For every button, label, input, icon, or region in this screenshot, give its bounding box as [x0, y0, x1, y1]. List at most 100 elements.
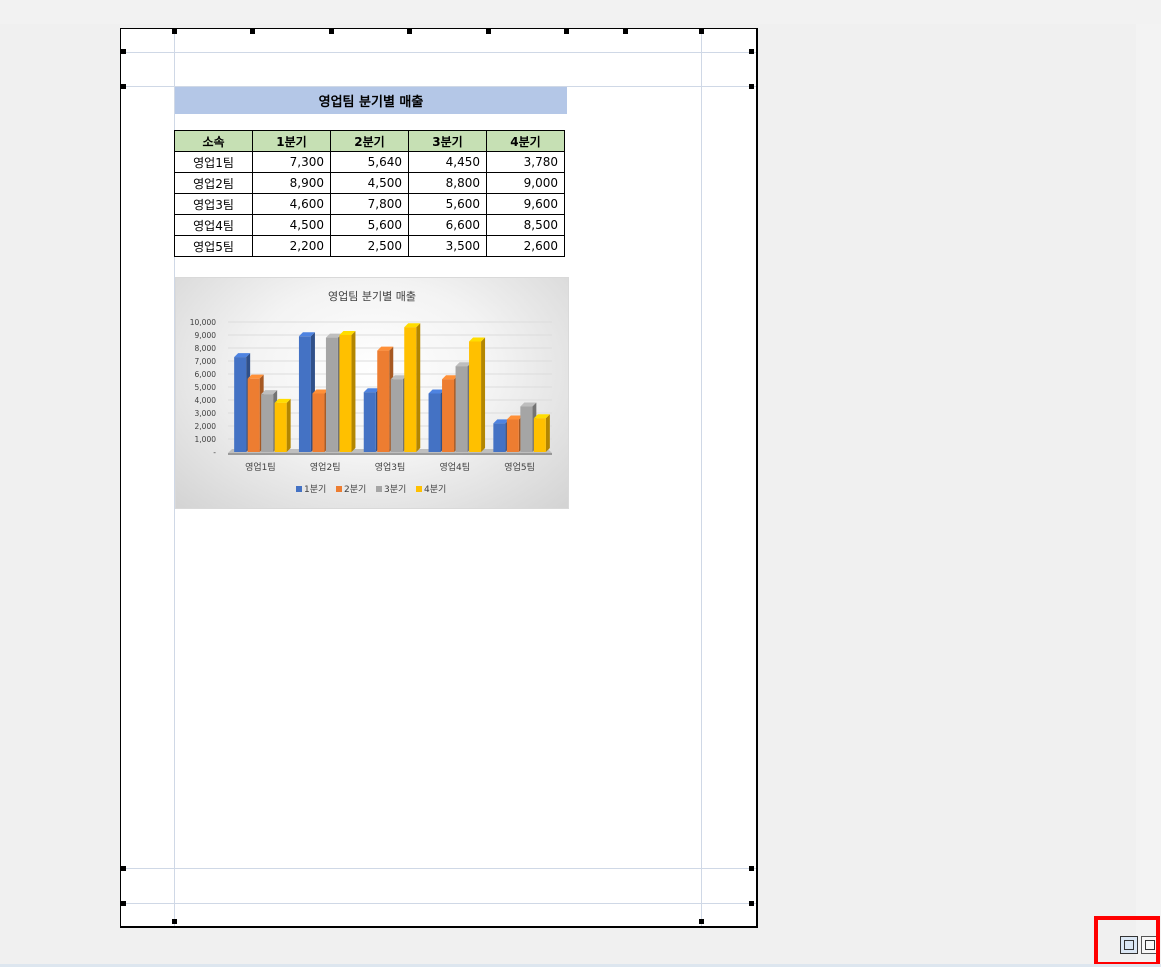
- y-tick-label: 1,000: [195, 435, 217, 444]
- bar: [404, 327, 417, 452]
- legend-swatch: [296, 486, 302, 492]
- value-cell: 5,640: [330, 151, 409, 173]
- table-row: 영업1팀 7,300 5,640 4,450 3,780: [174, 151, 565, 173]
- value-cell: 6,600: [408, 214, 487, 236]
- y-tick-label: 5,000: [195, 383, 217, 392]
- value-cell: 9,000: [486, 172, 565, 194]
- bar: [298, 336, 311, 452]
- value-cell: 4,450: [408, 151, 487, 173]
- bar: [339, 335, 352, 452]
- column-header: 1분기: [252, 130, 331, 152]
- bar: [274, 402, 287, 452]
- value-cell: 3,500: [408, 235, 487, 257]
- bar-side: [481, 337, 486, 452]
- bar: [442, 379, 455, 452]
- margin-handle[interactable]: [172, 919, 177, 924]
- legend-label: 3분기: [384, 484, 406, 495]
- x-tick-label: 영업3팀: [375, 461, 406, 473]
- margin-handle[interactable]: [121, 866, 126, 871]
- value-cell: 7,300: [252, 151, 331, 173]
- value-cell: 4,500: [252, 214, 331, 236]
- table-header-row: 소속 1분기 2분기 3분기 4분기: [174, 130, 565, 152]
- bar: [428, 393, 441, 452]
- header-margin-guide[interactable]: [121, 52, 756, 53]
- margin-handle[interactable]: [699, 919, 704, 924]
- y-tick-label: -: [213, 448, 216, 457]
- sales-table: 소속 1분기 2분기 3분기 4분기 영업1팀 7,300 5,640 4,45…: [174, 130, 565, 257]
- column-handle[interactable]: [564, 29, 569, 34]
- team-cell: 영업3팀: [174, 193, 253, 215]
- legend-label: 1분기: [304, 484, 326, 495]
- legend-swatch: [336, 486, 342, 492]
- margin-handle[interactable]: [749, 866, 754, 871]
- footer-margin-guide[interactable]: [121, 903, 756, 904]
- margin-handle[interactable]: [121, 901, 126, 906]
- value-cell: 5,600: [408, 193, 487, 215]
- bar: [520, 406, 533, 452]
- bar: [533, 418, 546, 452]
- bottom-margin-guide[interactable]: [121, 868, 756, 869]
- value-cell: 2,200: [252, 235, 331, 257]
- workspace-right-strip: [1136, 24, 1161, 964]
- margin-handle[interactable]: [121, 84, 126, 89]
- value-cell: 9,600: [486, 193, 565, 215]
- value-cell: 8,500: [486, 214, 565, 236]
- column-handle[interactable]: [172, 29, 177, 34]
- y-tick-label: 8,000: [195, 344, 217, 353]
- value-cell: 5,600: [330, 214, 409, 236]
- x-tick-label: 영업1팀: [245, 461, 276, 473]
- value-cell: 8,900: [252, 172, 331, 194]
- bar: [325, 337, 338, 452]
- legend-label: 2분기: [344, 484, 366, 495]
- column-header: 4분기: [486, 130, 565, 152]
- workspace-top: [0, 0, 1161, 24]
- y-tick-label: 2,000: [195, 422, 217, 431]
- value-cell: 4,600: [252, 193, 331, 215]
- bar-side: [545, 414, 550, 452]
- bar-side: [286, 398, 291, 452]
- bar: [312, 393, 325, 452]
- x-tick-label: 영업4팀: [440, 461, 471, 473]
- column-handle[interactable]: [486, 29, 491, 34]
- column-handle[interactable]: [623, 29, 628, 34]
- value-cell: 8,800: [408, 172, 487, 194]
- margin-handle[interactable]: [749, 901, 754, 906]
- column-handle[interactable]: [699, 29, 704, 34]
- bar: [469, 341, 482, 452]
- table-row: 영업5팀 2,200 2,500 3,500 2,600: [174, 235, 565, 257]
- bar: [455, 366, 468, 452]
- margin-handle[interactable]: [749, 49, 754, 54]
- column-header: 소속: [174, 130, 253, 152]
- y-tick-label: 9,000: [195, 331, 217, 340]
- table-row: 영업4팀 4,500 5,600 6,600 8,500: [174, 214, 565, 236]
- value-cell: 7,800: [330, 193, 409, 215]
- bar: [506, 419, 519, 452]
- right-margin-guide[interactable]: [701, 29, 702, 926]
- margin-handle[interactable]: [121, 49, 126, 54]
- y-tick-label: 7,000: [195, 357, 217, 366]
- value-cell: 2,600: [486, 235, 565, 257]
- column-handle[interactable]: [329, 29, 334, 34]
- y-tick-label: 4,000: [195, 396, 217, 405]
- bar: [493, 423, 506, 452]
- report-title: 영업팀 분기별 매출: [175, 87, 567, 114]
- bar: [390, 379, 403, 452]
- team-cell: 영업1팀: [174, 151, 253, 173]
- legend-swatch: [376, 486, 382, 492]
- print-preview-page: 영업팀 분기별 매출 소속 1분기 2분기 3분기 4분기 영업1팀 7,300…: [120, 28, 758, 928]
- sales-chart[interactable]: 영업팀 분기별 매출 - 1,000 2,000 3,000 4,000 5,000 6,00…: [175, 277, 569, 509]
- x-tick-label: 영업5팀: [504, 461, 535, 473]
- y-tick-label: 6,000: [195, 370, 217, 379]
- column-handle[interactable]: [407, 29, 412, 34]
- y-tick-label: 3,000: [195, 409, 217, 418]
- column-handle[interactable]: [250, 29, 255, 34]
- bar: [234, 357, 247, 452]
- bar: [261, 394, 274, 452]
- column-header: 2분기: [330, 130, 409, 152]
- margin-handle[interactable]: [749, 84, 754, 89]
- team-cell: 영업4팀: [174, 214, 253, 236]
- column-header: 3분기: [408, 130, 487, 152]
- legend-label: 4분기: [424, 484, 446, 495]
- bar: [247, 378, 260, 452]
- table-row: 영업2팀 8,900 4,500 8,800 9,000: [174, 172, 565, 194]
